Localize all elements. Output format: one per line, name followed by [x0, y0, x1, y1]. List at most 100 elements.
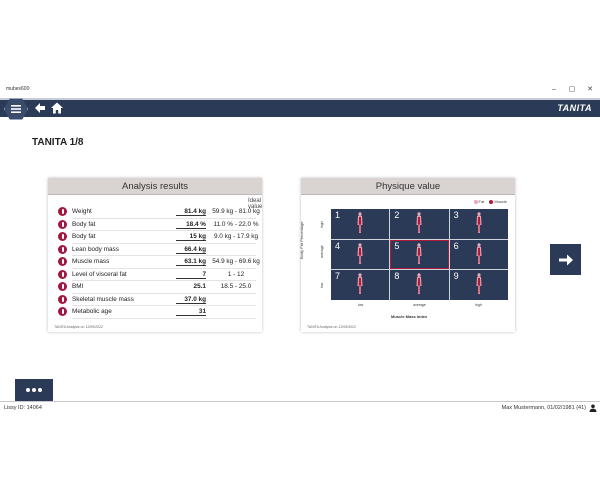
more-dots-icon: [32, 388, 36, 392]
arrow-right-icon: [558, 254, 573, 265]
analysis-footer: TANITA Analysis on 12/09/2022: [54, 325, 103, 329]
physique-cell-8: 8: [390, 270, 449, 300]
app-header: TANITA: [0, 98, 600, 120]
cell-number: 2: [394, 210, 400, 220]
row-value: 31: [176, 308, 206, 316]
y-tick-high: high: [320, 221, 324, 228]
patient-info: Max Mustermann, 01/02/1981 (41): [501, 405, 586, 411]
body-figure-icon: [416, 242, 422, 264]
more-dots-icon: [38, 388, 42, 392]
analysis-row: Muscle mass 63.1 kg 54.9 kg - 69.6 kg: [56, 256, 260, 269]
physique-cell-3: 3: [449, 209, 508, 239]
physique-cell-9: 9: [449, 270, 508, 300]
menu-button[interactable]: [4, 98, 28, 120]
measurement-icon: [58, 207, 67, 216]
measurement-icon: [58, 257, 67, 266]
cell-number: 5: [394, 240, 400, 251]
y-tick-low: low: [320, 282, 324, 288]
row-value: 37.0 kg: [176, 296, 206, 304]
row-value: 25.1: [193, 283, 206, 290]
row-value: 81.4 kg: [176, 208, 206, 216]
analysis-rows: Weight 81.4 kg 59.9 kg - 81.0 kg Body fat 18…: [56, 206, 260, 319]
window-title: mubes600: [6, 86, 30, 92]
maximize-button[interactable]: ▢: [568, 85, 576, 95]
row-ideal: 18.5 - 25.0: [220, 283, 252, 290]
body-figure-icon: [476, 212, 482, 233]
measurement-icon: [58, 307, 67, 316]
lissy-id: Lissy ID: 14064: [4, 405, 42, 411]
page-title: TANITA 1/8: [32, 137, 84, 148]
back-arrow-icon[interactable]: [33, 101, 47, 115]
legend-muscle: Muscle: [489, 199, 507, 204]
cell-number: 8: [394, 271, 400, 282]
home-icon[interactable]: [50, 101, 64, 115]
physique-cell-2: 2: [390, 209, 449, 239]
row-label: Lean body mass: [72, 245, 119, 253]
row-value: 15 kg: [176, 233, 206, 241]
physique-cell-6: 6: [449, 239, 508, 270]
cell-number: 1: [335, 210, 341, 220]
analysis-row: Body fat 15 kg 9.0 kg - 17.9 kg: [56, 231, 258, 244]
analysis-results-card: Analysis results Ideal value Weight 81.4 …: [48, 178, 262, 332]
row-label: Skeletal muscle mass: [72, 295, 134, 303]
row-label: Muscle mass: [72, 258, 110, 265]
analysis-row: Lean body mass 66.4 kg: [56, 244, 256, 257]
body-figure-icon: [357, 273, 363, 295]
row-label: Body fat: [72, 220, 96, 228]
body-figure-icon: [357, 242, 363, 264]
user-icon[interactable]: [589, 404, 597, 412]
physique-cell-4: 4: [331, 239, 390, 270]
close-button[interactable]: ✕: [586, 85, 594, 95]
cell-number: 7: [335, 271, 341, 282]
physique-cell-7: 7: [331, 270, 390, 300]
y-axis-label: Body Fat Percentage: [299, 221, 304, 259]
row-ideal: 1 - 12: [227, 270, 245, 278]
status-bar: Lissy ID: 14064 Max Mustermann, 01/02/19…: [0, 401, 600, 413]
row-ideal: 11.0 % - 22.0 %: [213, 220, 259, 228]
cell-number: 3: [453, 210, 459, 220]
cell-number: 4: [335, 240, 341, 251]
analysis-row: BMI 25.1 18.5 - 25.0: [56, 281, 256, 294]
measurement-icon: [58, 269, 67, 279]
physique-footer: TANITA Analysis on 12/09/2022: [307, 325, 356, 329]
physique-cell-5: 5: [390, 239, 449, 270]
row-value: 18.4 %: [176, 221, 206, 229]
window-controls: – ▢ ✕: [550, 85, 594, 95]
y-tick-average: average: [320, 245, 324, 258]
row-label: Body fat: [72, 233, 96, 240]
physique-legend: Fat Muscle: [473, 199, 507, 204]
x-axis-label: Muscle Mass Index: [391, 314, 428, 319]
menu-icon: [11, 105, 21, 113]
more-dots-icon: [26, 388, 30, 392]
measurement-icon: [58, 232, 67, 241]
body-figure-icon: [416, 273, 422, 295]
measurement-icon: [58, 244, 67, 254]
more-button[interactable]: [15, 379, 53, 401]
analysis-row: Skeletal muscle mass 37.0 kg: [56, 294, 256, 307]
next-button[interactable]: [550, 244, 581, 275]
cell-number: 9: [453, 271, 459, 282]
row-ideal: 54.9 kg - 69.6 kg: [212, 258, 260, 265]
x-tick-high: high: [475, 303, 482, 307]
physique-cell-1: 1: [331, 209, 390, 239]
row-label: Weight: [72, 208, 92, 215]
brand-logo: TANITA: [557, 103, 592, 113]
measurement-icon: [58, 294, 67, 304]
row-label: BMI: [72, 283, 84, 290]
measurement-icon: [58, 219, 67, 229]
row-value: 66.4 kg: [176, 246, 206, 254]
row-label: Level of visceral fat: [72, 270, 127, 278]
window-titlebar: mubes600 – ▢ ✕: [0, 84, 600, 98]
body-figure-icon: [476, 273, 482, 295]
analysis-row: Weight 81.4 kg 59.9 kg - 81.0 kg: [56, 206, 260, 219]
x-tick-low: low: [357, 303, 364, 307]
analysis-row: Level of visceral fat 7 1 - 12: [56, 269, 256, 282]
physique-grid: 1 2 3 4 5 6 7 8 9: [331, 209, 508, 300]
row-ideal: 59.9 kg - 81.0 kg: [212, 208, 260, 215]
x-tick-average: average: [413, 303, 426, 307]
row-value: 7: [176, 271, 206, 279]
analysis-results-title: Analysis results: [48, 178, 262, 195]
minimize-button[interactable]: –: [550, 85, 558, 95]
body-figure-icon: [476, 242, 482, 264]
physique-grid-wrap: Body Fat Percentage high average low 1 2 3…: [299, 209, 513, 319]
